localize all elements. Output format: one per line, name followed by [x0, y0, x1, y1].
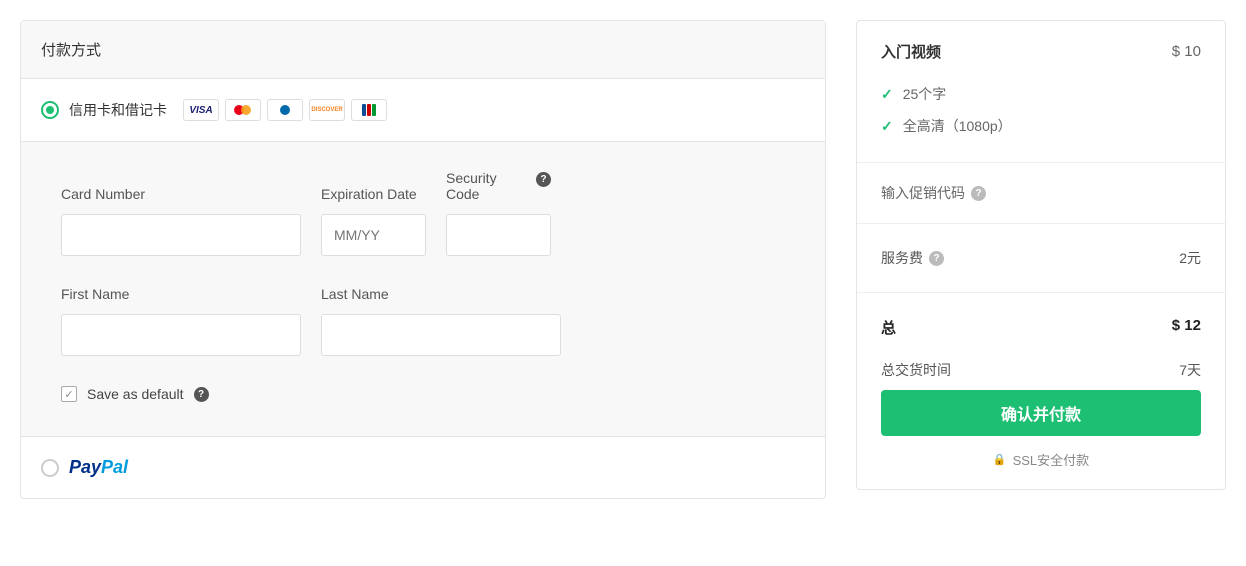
paypal-icon: PayPal: [69, 457, 128, 478]
lock-icon: 🔒: [993, 453, 1007, 466]
feature-text: 25个字: [903, 84, 947, 104]
last-name-label: Last Name: [321, 286, 561, 302]
card-number-input[interactable]: [61, 214, 301, 256]
jcb-icon: [351, 99, 387, 121]
mastercard-icon: [225, 99, 261, 121]
ssl-notice: 🔒 SSL安全付款: [881, 450, 1201, 469]
last-name-input[interactable]: [321, 314, 561, 356]
first-name-input[interactable]: [61, 314, 301, 356]
ssl-label: SSL安全付款: [1013, 450, 1090, 469]
cvv-label: Security Code: [446, 170, 528, 202]
radio-card[interactable]: [41, 101, 59, 119]
payment-header: 付款方式: [21, 21, 825, 79]
card-logos: VISA DISCOVER: [183, 99, 387, 121]
payment-method-card[interactable]: 信用卡和借记卡 VISA DISCOVER: [21, 79, 825, 141]
feature-item: ✓ 全高清（1080p）: [881, 110, 1201, 142]
help-icon[interactable]: ?: [929, 251, 944, 266]
first-name-label: First Name: [61, 286, 301, 302]
cvv-input[interactable]: [446, 214, 551, 256]
help-icon[interactable]: ?: [536, 172, 551, 187]
help-icon[interactable]: ?: [971, 186, 986, 201]
payment-panel: 付款方式 信用卡和借记卡 VISA DISCOVER Card Number: [20, 20, 826, 499]
help-icon[interactable]: ?: [194, 387, 209, 402]
service-fee-value: 2元: [1179, 248, 1201, 268]
product-title: 入门视频: [881, 41, 941, 62]
diners-icon: [267, 99, 303, 121]
radio-paypal[interactable]: [41, 459, 59, 477]
order-summary: 入门视频 $ 10 ✓ 25个字 ✓ 全高清（1080p） 输入促销代码: [856, 20, 1226, 490]
feature-text: 全高清（1080p）: [903, 116, 1012, 136]
feature-list: ✓ 25个字 ✓ 全高清（1080p）: [881, 78, 1201, 142]
checkmark-icon: ✓: [881, 86, 893, 103]
save-default-checkbox[interactable]: [61, 386, 77, 402]
payment-method-paypal[interactable]: PayPal: [21, 437, 825, 498]
total-value: $ 12: [1172, 317, 1201, 338]
delivery-label: 总交货时间: [881, 360, 951, 380]
card-number-label: Card Number: [61, 186, 301, 202]
expiration-label: Expiration Date: [321, 186, 426, 202]
card-form: Card Number Expiration Date Security Cod…: [21, 141, 825, 437]
checkmark-icon: ✓: [881, 118, 893, 135]
card-method-label: 信用卡和借记卡: [69, 100, 167, 120]
total-label: 总: [881, 317, 896, 338]
product-price: $ 10: [1172, 43, 1201, 60]
promo-label: 输入促销代码: [881, 183, 965, 203]
expiration-input[interactable]: [321, 214, 426, 256]
promo-code-link[interactable]: 输入促销代码 ?: [881, 183, 1201, 203]
discover-icon: DISCOVER: [309, 99, 345, 121]
delivery-value: 7天: [1179, 360, 1201, 380]
save-default-label: Save as default: [87, 386, 184, 402]
confirm-pay-button[interactable]: 确认并付款: [881, 390, 1201, 436]
visa-icon: VISA: [183, 99, 219, 121]
service-fee-label: 服务费: [881, 248, 923, 268]
feature-item: ✓ 25个字: [881, 78, 1201, 110]
